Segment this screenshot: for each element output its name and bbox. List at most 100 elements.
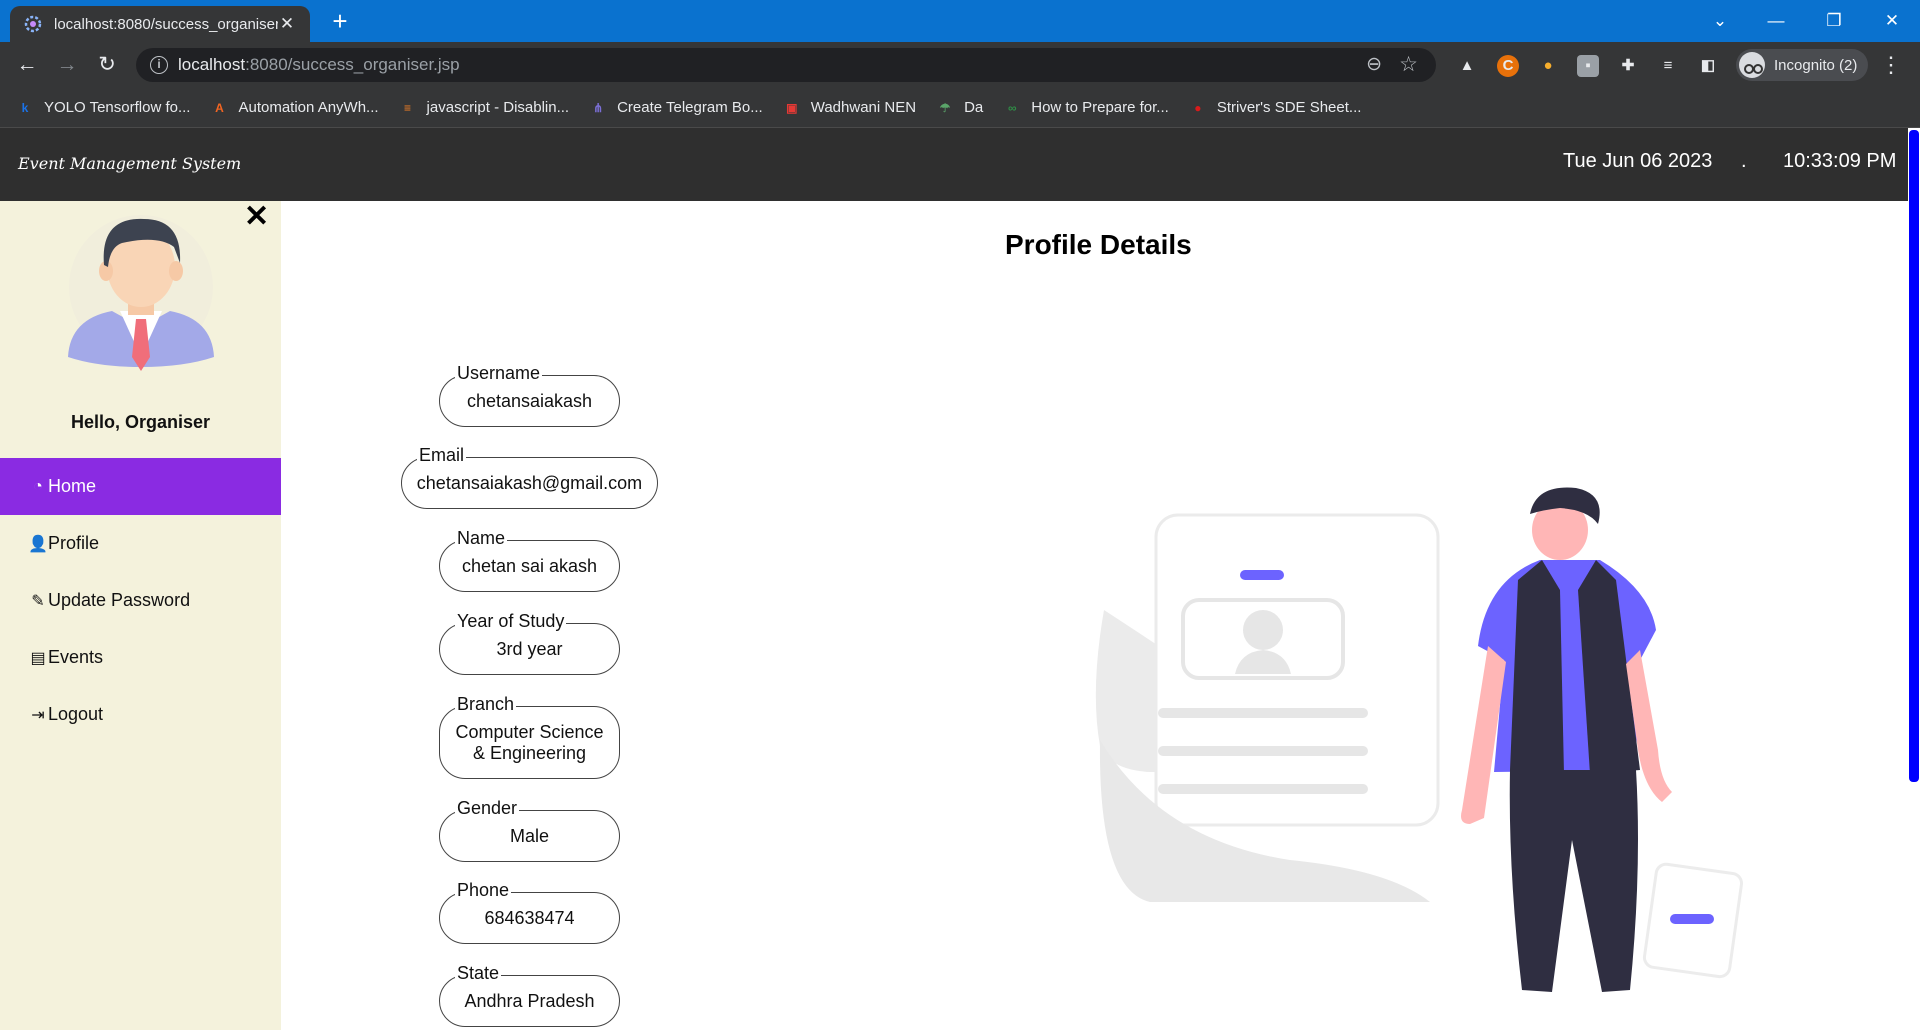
browser-menu-icon[interactable]: ⋮ [1880, 52, 1902, 78]
bookmark-item[interactable]: ● Striver's SDE Sheet... [1189, 99, 1362, 117]
incognito-icon [1739, 52, 1765, 78]
back-icon[interactable]: ← [12, 50, 42, 80]
extension-c-icon[interactable]: C [1497, 55, 1519, 77]
incognito-label: Incognito (2) [1774, 56, 1858, 74]
incognito-badge[interactable]: Incognito (2) [1736, 49, 1868, 81]
state-field: State Andhra Pradesh [439, 963, 620, 1027]
browser-toolbar: ← → ↻ i localhost:8080/success_organiser… [0, 42, 1920, 88]
sidebar-nav: ◔ Home 👤 Profile ✎ Update Password ▤ Events ⇥ Log… [0, 458, 281, 743]
sidebar-item-label: Update Password [48, 590, 191, 610]
sidebar: ✕ Hello, Organiser ◔ Home 👤 Profile ✎ Update … [0, 199, 281, 1030]
wadhwani-icon: ▣ [786, 100, 798, 115]
name-label: Name [455, 528, 508, 549]
gender-value: Male [509, 825, 549, 846]
edit-icon: ✎ [31, 592, 45, 610]
sidebar-item-label: Logout [48, 704, 104, 724]
reload-icon[interactable]: ↻ [92, 50, 122, 80]
page-title: Profile Details [1005, 229, 1192, 260]
current-date: Tue Jun 06 2023 [1563, 150, 1713, 172]
tree-icon: ⋔ [593, 100, 604, 115]
dashboard-icon: ◔ [33, 477, 43, 495]
username-value: chetansaiakash [466, 390, 593, 411]
automation-anywhere-icon: A [215, 100, 224, 115]
bookmarks-bar: k YOLO Tensorflow fo... A Automation AnyWh.… [0, 88, 1920, 128]
address-bar[interactable]: i localhost:8080/success_organiser.jsp ⊖… [136, 48, 1436, 82]
phone-value: 684638474 [484, 907, 575, 928]
bookmark-label: Create Telegram Bo... [617, 99, 763, 116]
sidebar-item-events[interactable]: ▤ Events [0, 629, 281, 686]
bookmark-item[interactable]: k YOLO Tensorflow fo... [16, 99, 191, 117]
site-info-icon[interactable]: i [150, 56, 168, 74]
state-value: Andhra Pradesh [464, 990, 595, 1011]
mushroom-icon: ☂ [939, 100, 951, 115]
brand-logo[interactable]: Event Management System [18, 154, 241, 173]
username-label: Username [455, 363, 543, 384]
email-value: chetansaiakash@gmail.com [416, 472, 643, 493]
branch-value: Computer Science & Engineering [455, 721, 604, 763]
branch-field: Branch Computer Science & Engineering [439, 694, 620, 779]
bookmark-label: YOLO Tensorflow fo... [44, 99, 191, 116]
bookmark-item[interactable]: ☂ Da [936, 99, 984, 117]
zoom-icon[interactable]: ⊖ [1366, 53, 1382, 76]
sidebar-item-update-password[interactable]: ✎ Update Password [0, 572, 281, 629]
url-text[interactable]: localhost:8080/success_organiser.jsp [178, 55, 460, 75]
browser-titlebar: localhost:8080/success_organiser.jsp ✕ +… [0, 0, 1920, 42]
bookmark-item[interactable]: A Automation AnyWh... [210, 99, 378, 117]
bookmark-star-icon[interactable]: ☆ [1399, 52, 1418, 77]
phone-label: Phone [455, 880, 512, 901]
bookmark-label: javascript - Disablin... [426, 99, 570, 116]
bookmark-label: Striver's SDE Sheet... [1216, 99, 1362, 116]
current-time: 10:33:09 PM [1783, 150, 1897, 172]
user-icon: 👤 [28, 535, 48, 553]
stackoverflow-icon: ≡ [404, 100, 412, 115]
sidebar-item-profile[interactable]: 👤 Profile [0, 515, 281, 572]
extension-drop-icon[interactable]: ● [1537, 55, 1559, 77]
phone-field: Phone 684638474 [439, 880, 620, 944]
browser-tab[interactable]: localhost:8080/success_organiser.jsp ✕ [10, 6, 310, 42]
profile-illustration [1095, 487, 1743, 992]
bookmark-item[interactable]: ∞ How to Prepare for... [1003, 99, 1169, 117]
logout-icon: ⇥ [31, 706, 45, 724]
window-close-icon[interactable]: ✕ [1864, 0, 1920, 42]
close-sidebar-icon[interactable]: ✕ [244, 199, 269, 234]
tab-search-icon[interactable]: ⌄ [1692, 0, 1748, 42]
forward-icon[interactable]: → [52, 50, 82, 80]
side-panel-icon[interactable]: ◧ [1697, 55, 1719, 77]
bookmark-item[interactable]: ▣ Wadhwani NEN [783, 99, 916, 117]
bookmark-label: Da [964, 99, 984, 116]
extension-puzzle-tile-icon[interactable]: ▪ [1577, 55, 1599, 77]
gender-field: Gender Male [439, 798, 620, 862]
new-tab-icon[interactable]: + [326, 8, 354, 36]
year-of-study-label: Year of Study [455, 611, 567, 632]
tab-close-icon[interactable]: ✕ [278, 14, 296, 34]
sidebar-item-logout[interactable]: ⇥ Logout [0, 686, 281, 743]
book-icon: ▤ [30, 649, 46, 667]
greeting: Hello, Organiser [70, 412, 211, 432]
avatar [68, 215, 214, 371]
bookmark-item[interactable]: ≡ javascript - Disablin... [399, 99, 570, 117]
k-icon: k [21, 100, 29, 115]
gfg-icon: ∞ [1007, 100, 1017, 115]
restore-icon[interactable]: ❐ [1806, 0, 1862, 42]
bookmark-item[interactable]: ⋔ Create Telegram Bo... [589, 99, 763, 117]
page: Event Management System Tue Jun 06 2023 … [0, 128, 1920, 1030]
page-scrollbar-thumb[interactable] [1909, 130, 1919, 782]
name-field: Name chetan sai akash [439, 528, 620, 592]
tuf-icon: ● [1194, 100, 1202, 115]
branch-label: Branch [455, 694, 517, 715]
username-field: Username chetansaiakash [439, 363, 620, 427]
loading-icon [24, 15, 42, 33]
app-header: Event Management System Tue Jun 06 2023 … [0, 128, 1920, 201]
minimize-icon[interactable]: — [1748, 0, 1804, 42]
email-label: Email [417, 445, 467, 466]
bookmark-label: Wadhwani NEN [810, 99, 917, 116]
sidebar-item-label: Events [48, 647, 104, 667]
bookmark-label: How to Prepare for... [1031, 99, 1169, 116]
extension-mountain-icon[interactable]: ▲ [1456, 55, 1478, 77]
sidebar-item-home[interactable]: ◔ Home [0, 458, 281, 515]
tab-title: localhost:8080/success_organiser.jsp [54, 15, 278, 33]
extensions-icon[interactable]: ✚ [1617, 55, 1639, 77]
name-value: chetan sai akash [461, 555, 598, 576]
state-label: State [455, 963, 502, 984]
reading-list-icon[interactable]: ≡ [1657, 55, 1679, 77]
